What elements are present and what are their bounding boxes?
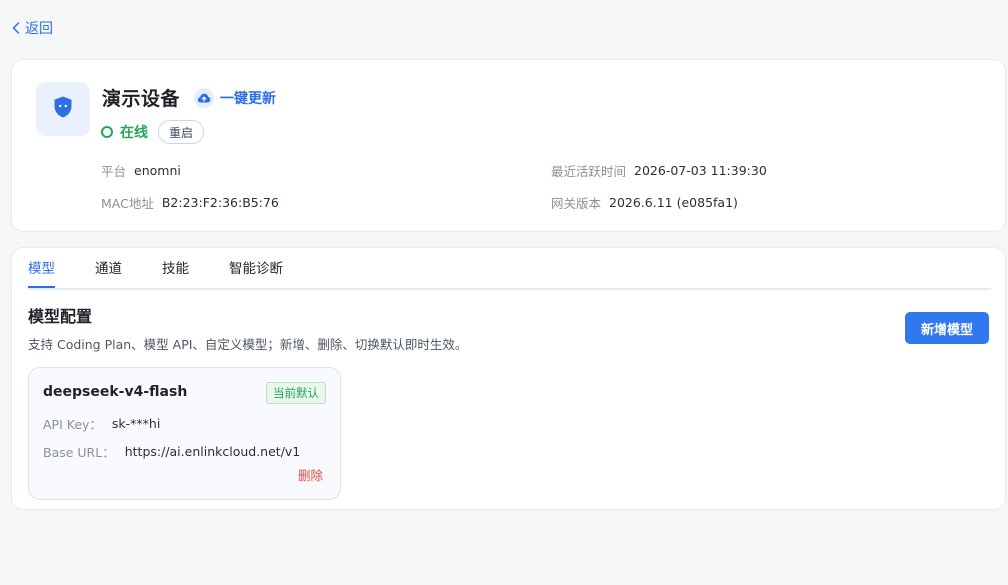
- mac-key: MAC地址: [101, 195, 154, 211]
- one-click-update-button[interactable]: 一键更新: [194, 87, 276, 109]
- device-info-card: 演示设备 一键更新 在线 重启 平台 enomni 最近活跃时间 2026-07…: [11, 59, 1006, 232]
- default-badge: 当前默认: [266, 382, 326, 404]
- gateway-version-value: 2026.6.11 (e085fa1): [609, 194, 738, 210]
- tab-skills[interactable]: 技能: [162, 256, 189, 286]
- model-config-card: 模型 通道 技能 智能诊断 模型配置 支持 Coding Plan、模型 API…: [11, 247, 1006, 510]
- device-detail-page: 返回 演示设备 一键更新 在线 重启 平台 enomni 最近活跃时间 2026…: [0, 0, 1008, 585]
- last-active-value: 2026-07-03 11:39:30: [634, 162, 767, 178]
- online-status-icon: [101, 126, 113, 138]
- update-label: 一键更新: [220, 91, 276, 107]
- mac-value: B2:23:F2:36:B5:76: [161, 194, 279, 210]
- back-label: 返回: [25, 21, 53, 37]
- tab-models[interactable]: 模型: [28, 256, 55, 288]
- model-name: deepseek-v4-flash: [43, 384, 188, 400]
- shield-icon: [50, 94, 76, 124]
- gateway-version-key: 网关版本: [551, 195, 602, 211]
- tab-smart-diagnosis[interactable]: 智能诊断: [229, 256, 283, 286]
- last-active-key: 最近活跃时间: [551, 163, 627, 179]
- last-active-field: 最近活跃时间 2026-07-03 11:39:30: [551, 161, 767, 179]
- device-avatar: [36, 82, 90, 136]
- base-url-label: Base URL：: [43, 445, 115, 460]
- tab-bar: 模型 通道 技能 智能诊断: [28, 256, 991, 290]
- chevron-left-icon: [12, 21, 22, 35]
- delete-model-button[interactable]: 删除: [298, 465, 323, 484]
- base-url-value: https://ai.enlinkcloud.net/v1: [124, 444, 301, 459]
- model-card: deepseek-v4-flash 当前默认 API Key： sk-***hi…: [28, 367, 341, 500]
- section-description: 支持 Coding Plan、模型 API、自定义模型；新增、删除、切换默认即时…: [28, 337, 468, 352]
- status-badge: 在线: [120, 125, 148, 141]
- cloud-upload-icon: [194, 88, 214, 108]
- api-key-field: API Key： sk-***hi: [43, 414, 160, 433]
- restart-button[interactable]: 重启: [158, 120, 205, 144]
- add-model-button[interactable]: 新增模型: [905, 312, 989, 344]
- platform-key: 平台: [101, 163, 127, 179]
- mac-field: MAC地址 B2:23:F2:36:B5:76: [101, 193, 279, 211]
- gateway-version-field: 网关版本 2026.6.11 (e085fa1): [551, 193, 738, 211]
- tab-channels[interactable]: 通道: [95, 256, 122, 286]
- device-title: 演示设备: [102, 88, 181, 110]
- platform-value: enomni: [134, 162, 181, 178]
- status-row: 在线 重启: [101, 120, 205, 144]
- section-title: 模型配置: [28, 307, 93, 326]
- back-button[interactable]: 返回: [12, 18, 53, 38]
- api-key-value: sk-***hi: [111, 416, 161, 431]
- base-url-field: Base URL： https://ai.enlinkcloud.net/v1: [43, 442, 300, 461]
- api-key-label: API Key：: [43, 417, 102, 432]
- platform-field: 平台 enomni: [101, 161, 181, 179]
